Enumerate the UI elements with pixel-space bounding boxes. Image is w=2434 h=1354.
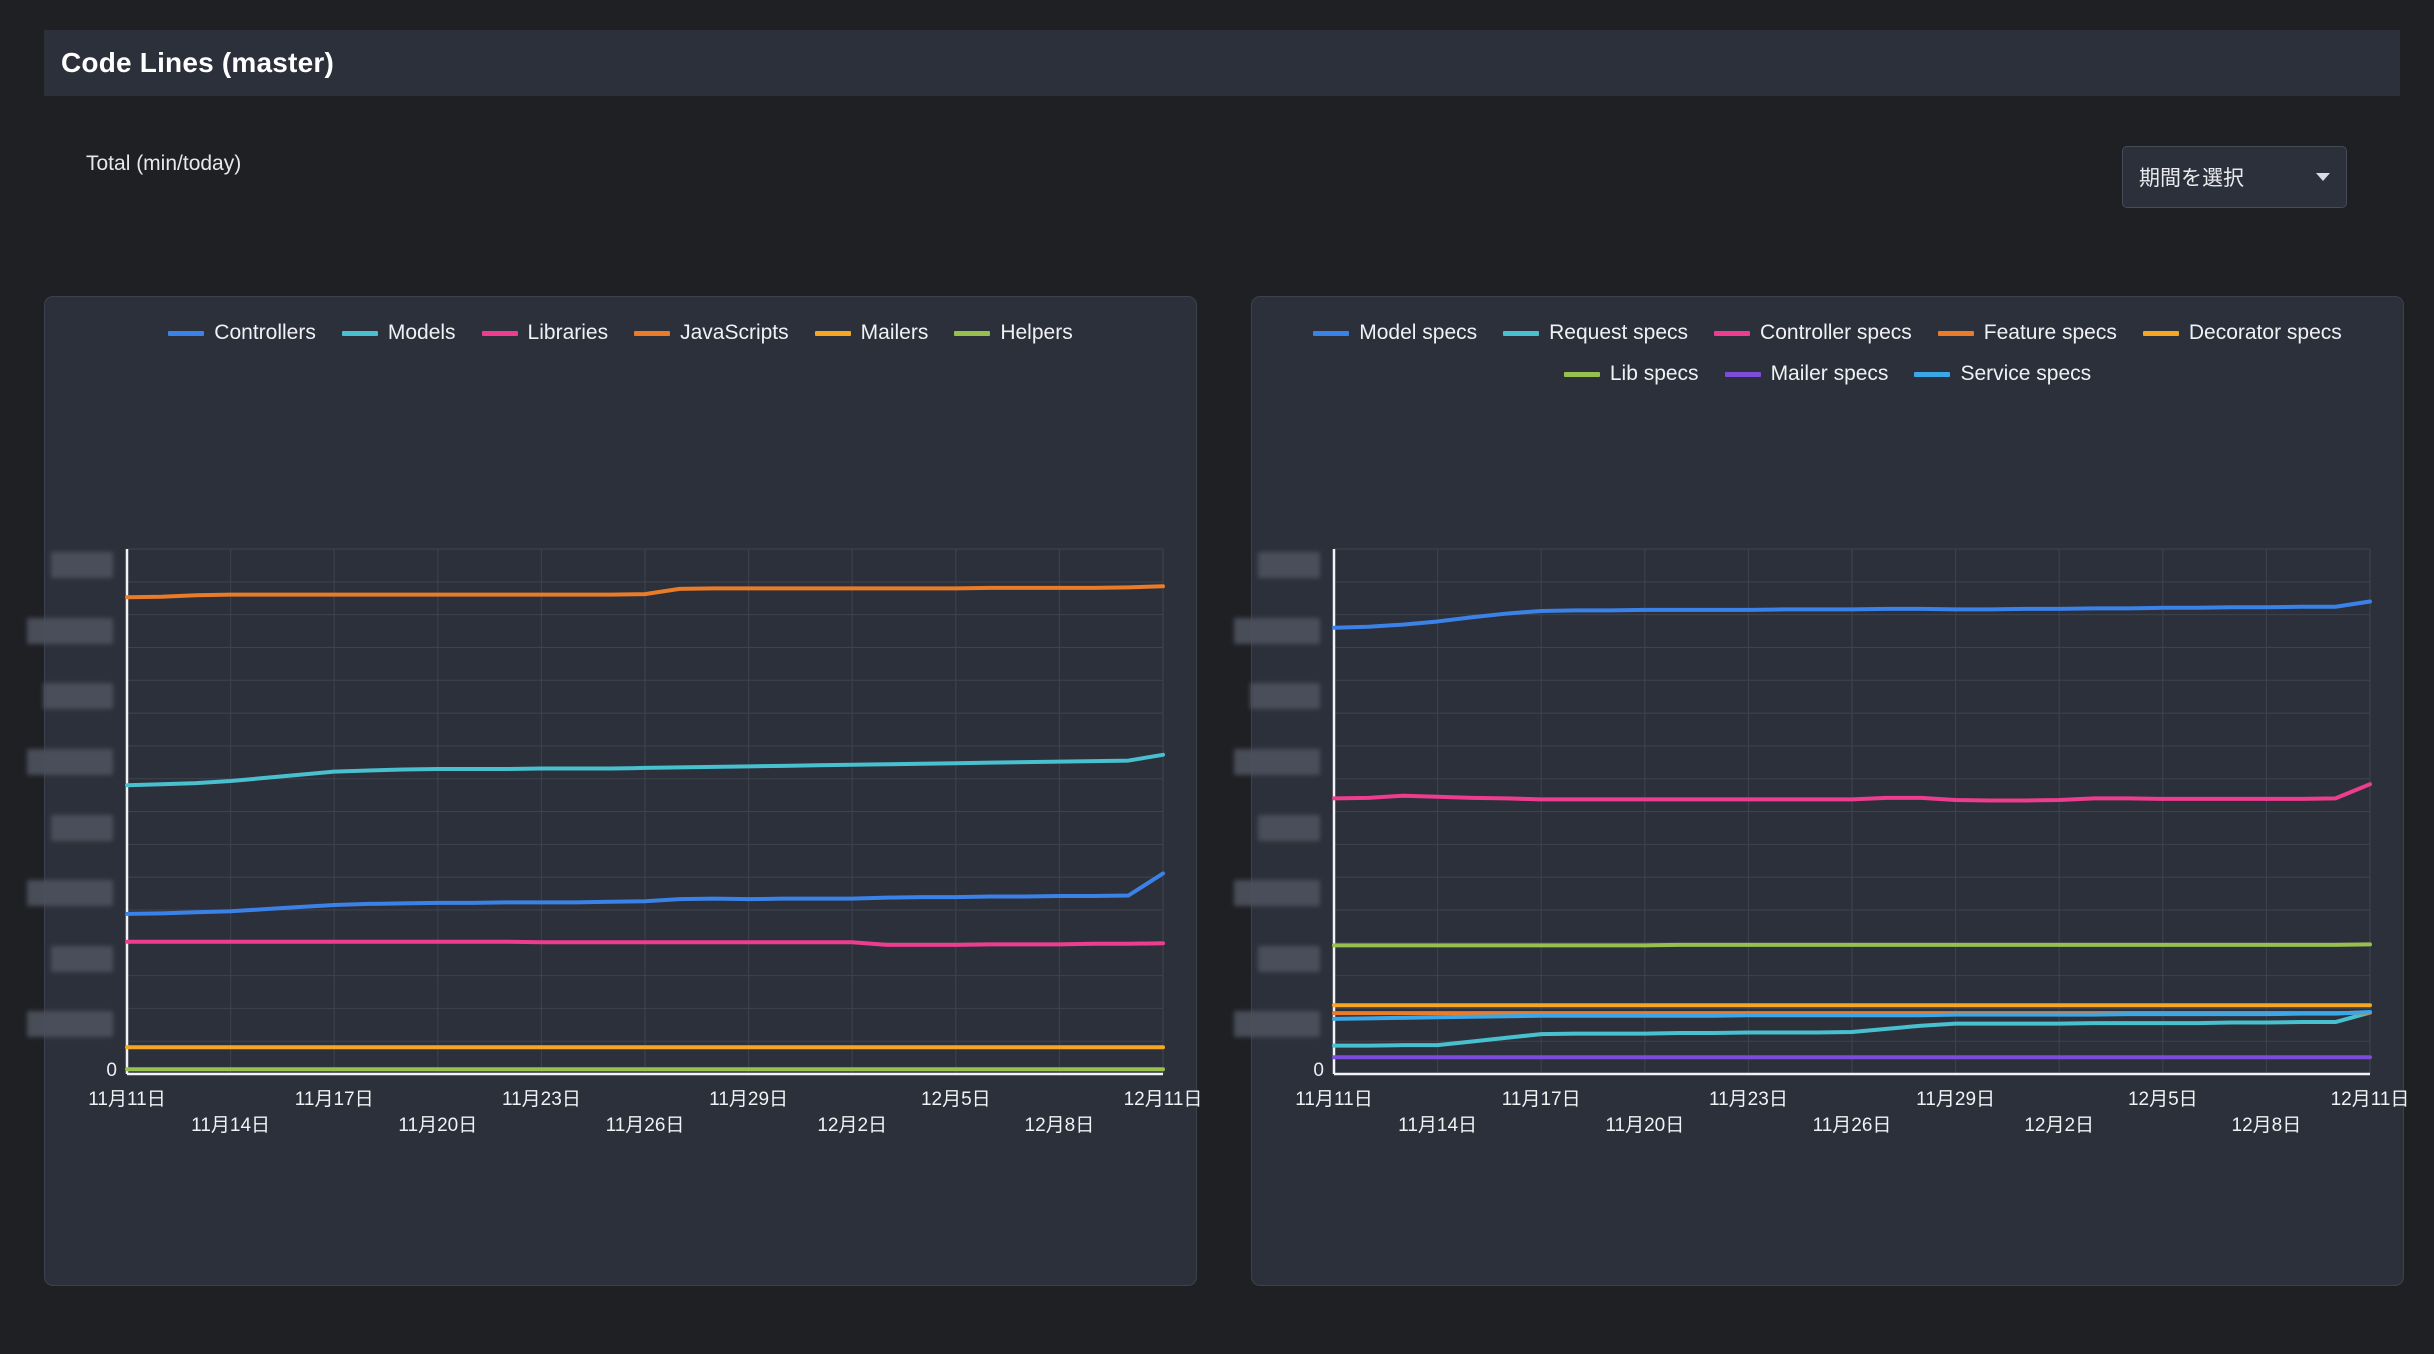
legend-label: Libraries — [527, 321, 609, 344]
x-axis-tick-label: 11月26日 — [605, 1115, 685, 1136]
x-axis-tick-label: 12月2日 — [817, 1115, 888, 1136]
legend-item[interactable]: Request specs — [1503, 315, 1688, 351]
x-axis-tick-label: 11月17日 — [294, 1089, 374, 1110]
x-axis-tick-label: 11月29日 — [1916, 1089, 1996, 1110]
toolbar: Total (min/today) 期間を選択 — [44, 96, 2400, 208]
y-axis-tick-label-redacted — [27, 1011, 113, 1038]
chart-card-app: Controllers Models Libraries JavaScripts Mai… — [27, 296, 1202, 1286]
x-axis-tick-label: 12月11日 — [1123, 1089, 1203, 1110]
x-axis-tick-label: 11月14日 — [1398, 1115, 1478, 1136]
legend-label: Decorator specs — [2188, 321, 2342, 344]
legend-swatch-icon — [1914, 371, 1951, 377]
legend-swatch-icon — [1937, 330, 1974, 336]
page-title: Code Lines (master) — [61, 47, 334, 78]
legend-swatch-icon — [341, 330, 378, 336]
chart-legend-specs: Model specs Request specs Controller specs… — [1252, 315, 2403, 392]
legend-item[interactable]: Mailers — [814, 315, 929, 351]
legend-swatch-icon — [481, 330, 518, 336]
legend-label: JavaScripts — [680, 321, 789, 344]
x-axis-tick-label: 12月8日 — [2231, 1115, 2302, 1136]
x-axis-tick-label: 11月29日 — [709, 1089, 789, 1110]
y-axis-zero-label: 0 — [1313, 1060, 1324, 1081]
legend-label: Controller specs — [1760, 321, 1912, 344]
legend-item[interactable]: Model specs — [1313, 315, 1477, 351]
legend-label: Helpers — [1000, 321, 1073, 344]
period-select[interactable]: 期間を選択 — [2122, 146, 2347, 208]
legend-item[interactable]: Models — [341, 315, 456, 351]
y-axis-tick-label-redacted — [1258, 945, 1320, 972]
x-axis-tick-label: 12月2日 — [2024, 1115, 2095, 1136]
y-axis-tick-label-redacted — [51, 945, 113, 972]
y-axis-tick-label-redacted — [27, 880, 113, 907]
y-axis-tick-label-redacted — [1234, 748, 1320, 775]
legend-swatch-icon — [2142, 330, 2179, 336]
chart-card-specs: Model specs Request specs Controller specs… — [1234, 296, 2409, 1286]
legend-swatch-icon — [954, 330, 991, 336]
legend-label: Feature specs — [1983, 321, 2117, 344]
y-axis-zero-label: 0 — [106, 1060, 117, 1081]
legend-item[interactable]: Mailer specs — [1724, 356, 1889, 392]
legend-label: Lib specs — [1609, 362, 1699, 385]
legend-swatch-icon — [1313, 330, 1350, 336]
line-chart-svg-specs — [1334, 549, 2370, 1074]
legend-swatch-icon — [1503, 330, 1540, 336]
y-axis-tick-label-redacted — [51, 552, 113, 578]
legend-item[interactable]: Service specs — [1914, 356, 2091, 392]
x-axis-tick-label: 12月5日 — [2127, 1089, 2198, 1110]
legend-swatch-icon — [1724, 371, 1761, 377]
legend-item[interactable]: Controllers — [168, 315, 316, 351]
legend-swatch-icon — [814, 330, 851, 336]
y-axis-tick-label-redacted — [43, 683, 113, 710]
legend-label: Request specs — [1549, 321, 1689, 344]
legend-item[interactable]: Helpers — [954, 315, 1073, 351]
y-axis-tick-label-redacted — [1258, 814, 1320, 841]
legend-item[interactable]: Feature specs — [1937, 315, 2117, 351]
x-axis-tick-label: 11月17日 — [1501, 1089, 1581, 1110]
legend-label: Mailer specs — [1770, 362, 1889, 385]
y-axis-tick-label-redacted — [1234, 617, 1320, 644]
y-axis-tick-label-redacted — [27, 748, 113, 775]
legend-swatch-icon — [1714, 330, 1751, 336]
x-axis-tick-label: 12月8日 — [1024, 1115, 1095, 1136]
x-axis-tick-label: 12月5日 — [920, 1089, 991, 1110]
x-axis-tick-label: 11月23日 — [1708, 1089, 1788, 1110]
x-axis-tick-label: 11月23日 — [501, 1089, 581, 1110]
x-axis-tick-label: 11月20日 — [398, 1115, 478, 1136]
legend-label: Model specs — [1359, 321, 1478, 344]
page-header: Code Lines (master) — [44, 30, 2400, 96]
line-chart-svg-app — [127, 549, 1163, 1074]
y-axis-tick-label-redacted — [27, 617, 113, 644]
legend-item[interactable]: Libraries — [481, 315, 609, 351]
y-axis-tick-label-redacted — [1234, 880, 1320, 907]
chart-plot-app: 0 11月11日 11月14日 11月17日 11月20日 11月23日 11月26日 11月… — [27, 549, 1202, 1136]
legend-item[interactable]: JavaScripts — [634, 315, 789, 351]
legend-swatch-icon — [168, 330, 205, 336]
legend-label: Service specs — [1960, 362, 2092, 385]
y-axis-tick-label-redacted — [51, 814, 113, 841]
chart-plot-specs: 0 11月11日 11月14日 11月17日 11月20日 11月23日 11月26日 11月… — [1234, 549, 2409, 1136]
total-label: Total (min/today) — [86, 152, 242, 175]
period-select-value: 期間を選択 — [2139, 167, 2244, 190]
legend-swatch-icon — [634, 330, 671, 336]
legend-label: Mailers — [860, 321, 929, 344]
chevron-down-icon — [2316, 173, 2330, 181]
y-axis-tick-label-redacted — [1250, 683, 1320, 710]
legend-item[interactable]: Decorator specs — [2142, 315, 2342, 351]
x-axis-tick-label: 11月20日 — [1605, 1115, 1685, 1136]
x-axis-tick-label: 12月11日 — [2330, 1089, 2410, 1110]
legend-item[interactable]: Controller specs — [1714, 315, 1912, 351]
x-axis-tick-label: 11月26日 — [1812, 1115, 1892, 1136]
legend-item[interactable]: Lib specs — [1563, 356, 1699, 392]
y-axis-tick-label-redacted — [1234, 1011, 1320, 1038]
chart-legend-app: Controllers Models Libraries JavaScripts Mai… — [45, 315, 1196, 351]
legend-label: Models — [387, 321, 456, 344]
x-axis-tick-label: 11月11日 — [1295, 1089, 1373, 1110]
x-axis-tick-label: 11月11日 — [88, 1089, 166, 1110]
y-axis-tick-label-redacted — [1258, 552, 1320, 578]
x-axis-tick-label: 11月14日 — [191, 1115, 271, 1136]
legend-swatch-icon — [1563, 371, 1600, 377]
legend-label: Controllers — [214, 321, 316, 344]
